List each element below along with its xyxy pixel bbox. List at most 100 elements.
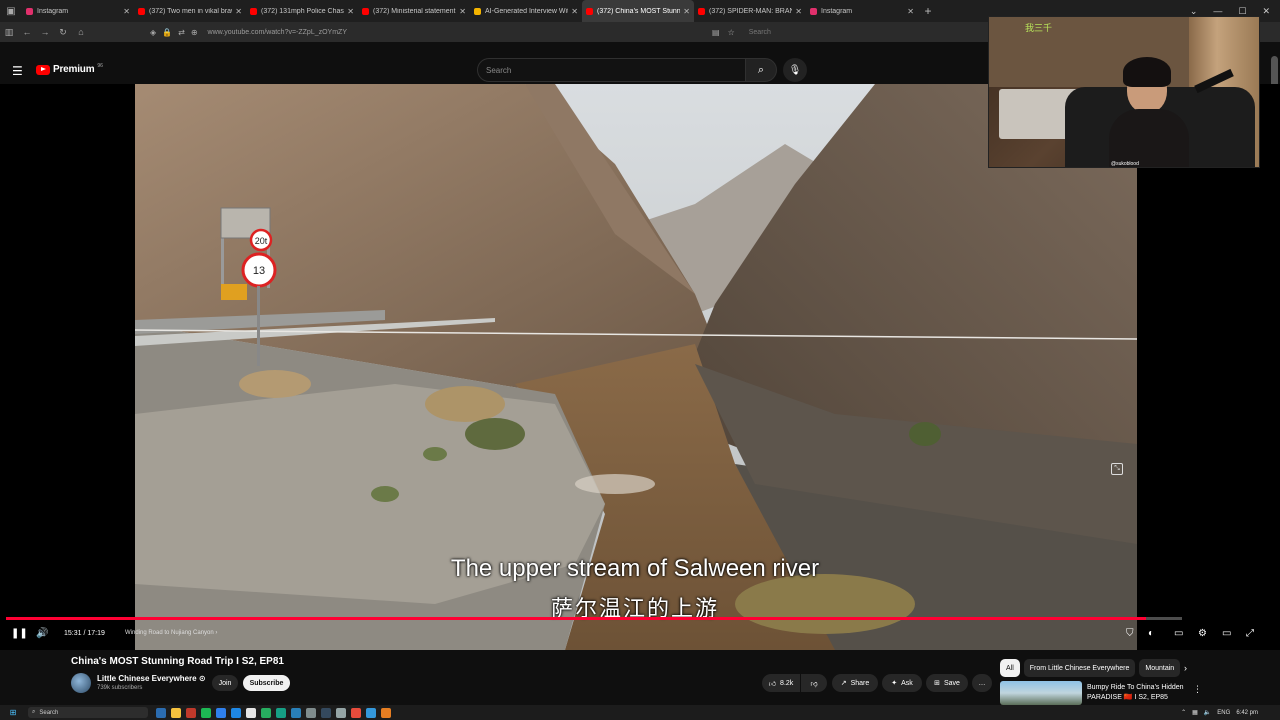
webcam-wall-sign: 我三千	[1025, 23, 1053, 33]
shield-icon[interactable]: ⛉	[1126, 628, 1134, 639]
recommended-video-thumbnail[interactable]	[1000, 681, 1082, 705]
taskbar-app-icon[interactable]	[306, 707, 316, 718]
chevron-up-icon[interactable]: ⌃	[1181, 709, 1186, 716]
share-button[interactable]: ↗ Share	[832, 674, 878, 692]
taskbar-app-icon[interactable]	[276, 707, 286, 718]
tab-title: (372) SPIDER-MAN: BRAND NE	[709, 7, 793, 15]
close-tab-icon[interactable]: ✕	[235, 7, 242, 16]
hamburger-menu-icon[interactable]: ☰	[12, 64, 23, 78]
browser-menu-icon[interactable]: ▣	[0, 0, 22, 22]
windows-start-icon[interactable]: ⊞	[6, 708, 20, 717]
chapter-name: Winding Road to Nujiang Canyon	[125, 630, 214, 636]
taskbar-app-icon[interactable]	[171, 707, 181, 718]
like-button[interactable]: 👍︎ 8.2k	[762, 674, 800, 692]
close-tab-icon[interactable]: ✕	[683, 7, 690, 16]
channel-name-text: Little Chinese Everywhere	[97, 674, 197, 683]
filter-chip[interactable]: All	[1000, 659, 1020, 677]
taskbar-app-icon[interactable]	[261, 707, 271, 718]
browser-tab[interactable]: (372) SPIDER-MAN: BRAND NE✕	[694, 0, 806, 22]
taskbar-search[interactable]: ⌕ Search	[28, 707, 148, 718]
network-icon[interactable]: ▦	[1192, 709, 1198, 716]
filter-chip[interactable]: From Little Chinese Everywhere	[1023, 659, 1136, 677]
more-actions-button[interactable]: …	[972, 674, 992, 692]
new-tab-button[interactable]: +	[918, 4, 938, 18]
minimize-icon[interactable]: —	[1213, 6, 1222, 16]
browser-tab[interactable]: (372) Two men in vikal brawl at✕	[134, 0, 246, 22]
channel-name[interactable]: Little Chinese Everywhere ⊙	[97, 674, 206, 683]
reload-icon[interactable]: ↻	[54, 27, 72, 38]
taskbar-app-icon[interactable]	[216, 707, 226, 718]
back-arrow-icon[interactable]: ←	[18, 27, 36, 37]
video-player[interactable]: 20t 13 The upper stream of Salween river…	[0, 84, 1280, 650]
chevron-right-icon[interactable]: ›	[1184, 663, 1187, 673]
close-tab-icon[interactable]: ✕	[347, 7, 354, 16]
tracking-icon[interactable]: ⇄	[178, 28, 185, 37]
taskbar-app-icon[interactable]	[291, 707, 301, 718]
volume-icon[interactable]: 🔊	[36, 628, 48, 639]
captions-icon[interactable]: ▭	[1174, 628, 1183, 639]
filter-chip[interactable]: Mountain	[1139, 659, 1181, 677]
speaker-icon[interactable]: 🔈	[1204, 709, 1211, 716]
join-button[interactable]: Join	[212, 675, 238, 691]
search-button[interactable]: ⌕	[745, 58, 777, 82]
taskbar-app-icon[interactable]	[201, 707, 211, 718]
chapter-title[interactable]: Winding Road to Nujiang Canyon ›	[125, 630, 217, 636]
taskbar-app-icon[interactable]	[321, 707, 331, 718]
forward-arrow-icon[interactable]: →	[36, 27, 54, 37]
save-button[interactable]: ⊞ Save	[926, 674, 968, 692]
sidebar-toggle-icon[interactable]: ▥	[0, 27, 18, 38]
autoplay-toggle-icon[interactable]: ◐	[1148, 628, 1154, 639]
maximize-icon[interactable]: ☐	[1238, 6, 1246, 17]
close-tab-icon[interactable]: ✕	[795, 7, 802, 16]
browser-tab[interactable]: AI-Generated Interview With C✕	[470, 0, 582, 22]
pause-icon[interactable]: ❚❚	[11, 628, 28, 639]
lock-icon[interactable]: 🔒	[162, 28, 172, 37]
taskbar-app-icon[interactable]	[336, 707, 346, 718]
close-tab-icon[interactable]: ✕	[123, 7, 130, 16]
language-indicator[interactable]: ENG	[1217, 710, 1230, 716]
taskbar-app-icon[interactable]	[381, 707, 391, 718]
recommended-video-title[interactable]: Bumpy Ride To China's Hidden PARADISE 🇨🇳…	[1087, 683, 1187, 703]
taskbar-app-icon[interactable]	[186, 707, 196, 718]
browser-tab[interactable]: (372) Ministerial statement by C✕	[358, 0, 470, 22]
dislike-button[interactable]: 👎︎	[801, 674, 827, 692]
home-icon[interactable]: ⌂	[72, 27, 90, 37]
ask-button[interactable]: ✦ Ask	[882, 674, 922, 692]
bookmark-icon: ⊞	[934, 680, 940, 687]
close-tab-icon[interactable]: ✕	[571, 7, 578, 16]
bookmark-star-icon[interactable]: ☆	[728, 28, 735, 37]
fullscreen-icon[interactable]: ⤢	[1246, 628, 1254, 639]
clock[interactable]: 6:42 pm	[1236, 710, 1258, 716]
verified-badge-icon: ⊙	[198, 674, 206, 683]
taskbar-app-icon[interactable]	[351, 707, 361, 718]
subscribe-button[interactable]: Subscribe	[243, 675, 290, 691]
taskbar-app-icon[interactable]	[231, 707, 241, 718]
tab-title: (372) China's MOST Stunnin	[597, 7, 681, 15]
channel-avatar[interactable]	[71, 673, 91, 693]
taskbar-app-icon[interactable]	[366, 707, 376, 718]
url-bar[interactable]: ◈ 🔒 ⇄ ⊕ www.youtube.com/watch?v=-ZZpL_zO…	[150, 28, 347, 37]
video-progress-bar[interactable]	[6, 617, 1182, 620]
search-input[interactable]: Search	[477, 58, 745, 82]
chevron-down-icon[interactable]: ⌄	[1190, 6, 1198, 17]
youtube-premium-logo[interactable]: Premium 96	[36, 63, 103, 75]
miniplayer-icon[interactable]: ⤡	[1111, 463, 1123, 475]
shield-icon[interactable]: ◈	[150, 28, 156, 37]
close-window-icon[interactable]: ✕	[1262, 6, 1270, 17]
tab-favicon-icon	[474, 7, 481, 15]
theater-mode-icon[interactable]: ▭	[1222, 628, 1231, 639]
taskbar-app-icon[interactable]	[156, 707, 166, 718]
more-vertical-icon[interactable]: ⋮	[1193, 684, 1202, 695]
close-tab-icon[interactable]: ✕	[907, 7, 914, 16]
browser-tab[interactable]: Instagram ✕	[22, 0, 134, 22]
browser-tab[interactable]: Instagram ✕	[806, 0, 918, 22]
browser-tab[interactable]: (372) China's MOST Stunnin ✕	[582, 0, 694, 22]
close-tab-icon[interactable]: ✕	[459, 7, 466, 16]
browser-tab[interactable]: (372) 131mph Police Chase End✕	[246, 0, 358, 22]
voice-search-button[interactable]: 🎙	[783, 58, 807, 82]
browser-search-field[interactable]: Search	[749, 29, 771, 36]
settings-gear-icon[interactable]: ⚙	[1198, 628, 1207, 639]
url-text[interactable]: www.youtube.com/watch?v=-ZZpL_zOYmZY	[208, 29, 347, 36]
reader-mode-icon[interactable]: ▤	[712, 28, 720, 37]
taskbar-app-icon[interactable]	[246, 707, 256, 718]
